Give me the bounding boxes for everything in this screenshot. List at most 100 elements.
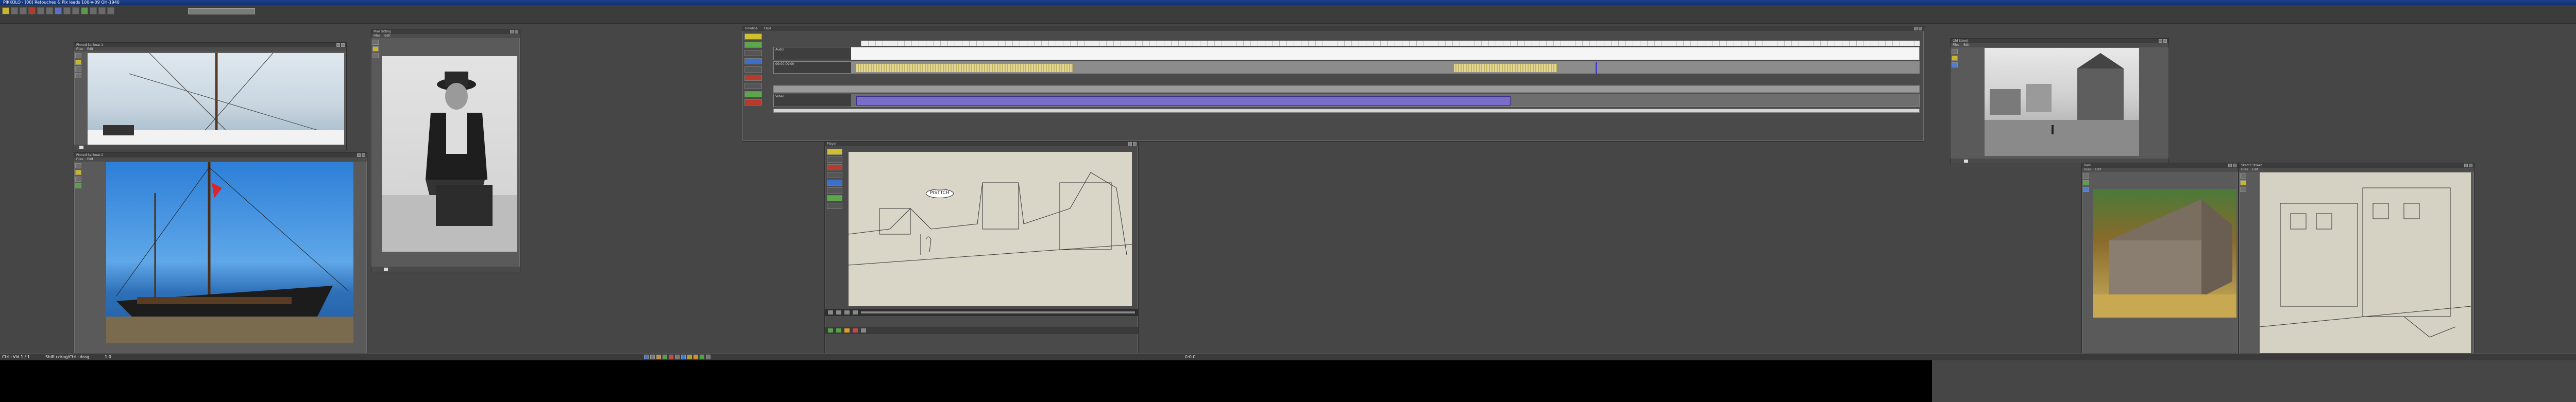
chat-icon[interactable] [681, 355, 686, 359]
minimize-icon[interactable] [1914, 27, 1918, 30]
shape-tool-icon[interactable] [827, 180, 842, 186]
zoom-tool-icon[interactable] [2240, 187, 2246, 192]
pen-tool-icon[interactable] [827, 149, 842, 155]
close-icon[interactable] [1133, 142, 1137, 146]
select-tool-icon[interactable] [744, 33, 762, 40]
settings-icon[interactable] [107, 7, 114, 14]
move-tool-icon[interactable] [1952, 49, 1958, 54]
menu-edit[interactable]: Edit [384, 34, 391, 38]
terminal-icon[interactable] [706, 355, 710, 359]
crop-tool-icon[interactable] [75, 73, 81, 78]
hand-tool-icon[interactable] [827, 203, 842, 209]
minimize-icon[interactable] [2464, 164, 2468, 167]
open-icon[interactable] [11, 7, 18, 14]
menu-edit[interactable]: Edit [1963, 43, 1970, 47]
cut-icon[interactable] [63, 7, 71, 14]
grid-icon[interactable] [90, 7, 97, 14]
zoom-tool-icon[interactable] [1952, 62, 1958, 67]
menu-edit[interactable]: Edit [87, 47, 93, 51]
menu-file[interactable]: Files [76, 47, 83, 51]
menu-edit[interactable]: Edit [2252, 168, 2258, 171]
snap-tool-icon[interactable] [744, 91, 762, 97]
move-tool-icon[interactable] [2240, 173, 2246, 179]
record-icon[interactable] [669, 355, 673, 359]
tab-clips[interactable]: Clips [764, 27, 771, 30]
brush-tool-icon[interactable] [1952, 56, 1958, 61]
app-icon[interactable] [656, 355, 661, 359]
audio-tool-icon[interactable] [744, 58, 762, 64]
tab-timeline[interactable]: Timeline [744, 27, 758, 30]
notes-icon[interactable] [687, 355, 692, 359]
timeline-track-empty[interactable]: Audio [773, 47, 1920, 60]
redo-icon[interactable] [46, 7, 53, 14]
record-tool-icon[interactable] [744, 99, 762, 106]
menu-edit[interactable]: Edit [2095, 168, 2101, 171]
folder-icon[interactable] [650, 355, 655, 359]
timeline-scrollbar[interactable] [773, 109, 1920, 113]
layer-color-icon[interactable] [844, 328, 850, 333]
undo-icon[interactable] [37, 7, 44, 14]
timeline-ruler[interactable] [861, 41, 1920, 46]
brush-tool-icon[interactable] [75, 60, 81, 65]
record-icon[interactable] [28, 7, 36, 14]
brush-tool-icon[interactable] [372, 46, 379, 51]
layer-delete-icon[interactable] [853, 328, 858, 333]
fill-tool-icon[interactable] [75, 183, 81, 188]
line-tool-icon[interactable] [827, 172, 842, 178]
move-tool-icon[interactable] [75, 163, 81, 168]
play-icon[interactable] [836, 310, 841, 314]
menu-edit[interactable]: Edit [87, 158, 93, 161]
minimize-icon[interactable] [336, 43, 340, 47]
layer-lock-icon[interactable] [836, 328, 841, 333]
save-icon[interactable] [20, 7, 27, 14]
zoom-icon[interactable] [98, 7, 106, 14]
video-icon[interactable] [700, 355, 704, 359]
media-icon[interactable] [663, 355, 667, 359]
razor-tool-icon[interactable] [744, 50, 762, 56]
close-icon[interactable] [2233, 164, 2236, 167]
zoom-tool-icon[interactable] [75, 66, 81, 72]
fill-tool-icon[interactable] [827, 195, 842, 201]
forward-icon[interactable] [853, 310, 858, 314]
zoom-tool-icon[interactable] [372, 53, 379, 58]
minimize-icon[interactable] [2159, 39, 2162, 43]
stop-icon[interactable] [844, 310, 850, 314]
eraser-tool-icon[interactable] [827, 156, 842, 163]
text-tool-icon[interactable] [827, 187, 842, 194]
close-icon[interactable] [515, 30, 518, 33]
menu-file[interactable]: Files [374, 34, 380, 38]
menu-file[interactable]: Files [2084, 168, 2091, 171]
minimize-icon[interactable] [2228, 164, 2232, 167]
minimize-icon[interactable] [1128, 142, 1132, 146]
minimize-icon[interactable] [357, 153, 361, 157]
brush-tool-icon[interactable] [75, 170, 81, 175]
new-icon[interactable] [2, 7, 9, 14]
close-icon[interactable] [1919, 27, 1922, 30]
zoom-tool-icon[interactable] [2083, 187, 2089, 192]
link-tool-icon[interactable] [744, 83, 762, 89]
zoom-tool-icon[interactable] [75, 177, 81, 182]
delete-tool-icon[interactable] [744, 75, 762, 81]
layers-icon[interactable] [55, 7, 62, 14]
close-icon[interactable] [362, 153, 365, 157]
timeline-video-track[interactable]: Video [773, 94, 1920, 107]
clip-marker[interactable] [1596, 62, 1597, 74]
close-icon[interactable] [2469, 164, 2472, 167]
browser-icon[interactable] [644, 355, 649, 359]
menu-file[interactable]: Files [2241, 168, 2248, 171]
close-icon[interactable] [341, 43, 345, 47]
paste-icon[interactable] [81, 7, 88, 14]
add-track-icon[interactable] [744, 42, 762, 48]
rewind-icon[interactable] [828, 310, 833, 314]
marker-tool-icon[interactable] [744, 66, 762, 73]
brush-tool-icon[interactable] [2240, 180, 2246, 185]
timeline-audio-track[interactable]: 00:00:00:00 [773, 61, 1920, 74]
menu-file[interactable]: Files [76, 158, 83, 161]
move-tool-icon[interactable] [75, 53, 81, 58]
color-tool-icon[interactable] [827, 164, 842, 170]
paint-icon[interactable] [693, 355, 698, 359]
close-icon[interactable] [2163, 39, 2167, 43]
move-tool-icon[interactable] [2083, 173, 2089, 179]
minimize-icon[interactable] [510, 30, 514, 33]
mail-icon[interactable] [675, 355, 680, 359]
